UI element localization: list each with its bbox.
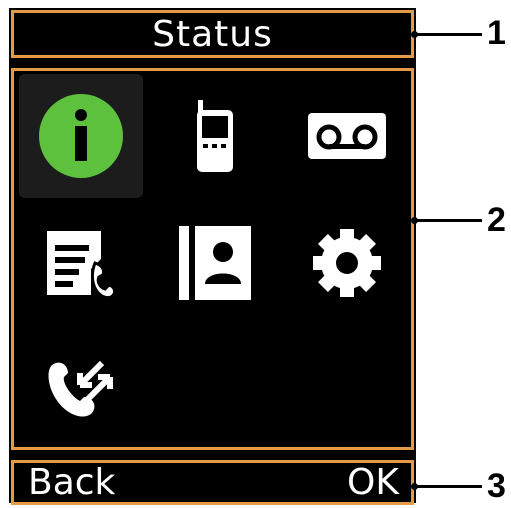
menu-item-intercom[interactable] xyxy=(19,328,143,452)
screen-title: Status xyxy=(152,13,273,55)
callout-label-3: 3 xyxy=(487,467,506,505)
gear-icon xyxy=(313,229,381,297)
intercom-icon xyxy=(48,360,113,417)
back-softkey[interactable]: Back xyxy=(28,462,115,503)
callout-line-2 xyxy=(414,219,482,222)
handset-icon xyxy=(197,100,233,172)
menu-item-handset[interactable] xyxy=(153,74,277,198)
voicemail-icon xyxy=(308,113,386,159)
callout-line-3 xyxy=(414,485,482,488)
callout-line-1 xyxy=(414,33,482,36)
directory-icon xyxy=(179,226,251,300)
callout-label-1: 1 xyxy=(487,14,506,52)
callout-label-2: 2 xyxy=(487,201,506,239)
title-bar: Status xyxy=(11,10,414,58)
menu-item-directory[interactable] xyxy=(153,201,277,325)
menu-area xyxy=(11,68,414,450)
menu-item-call-log[interactable] xyxy=(19,201,143,325)
softkey-bar: Back OK xyxy=(11,460,414,505)
call-log-icon xyxy=(47,231,117,299)
ok-softkey[interactable]: OK xyxy=(347,462,399,503)
menu-item-settings[interactable] xyxy=(285,201,409,325)
menu-item-status[interactable] xyxy=(19,74,143,198)
info-icon xyxy=(39,94,123,178)
menu-item-voicemail[interactable] xyxy=(285,74,409,198)
